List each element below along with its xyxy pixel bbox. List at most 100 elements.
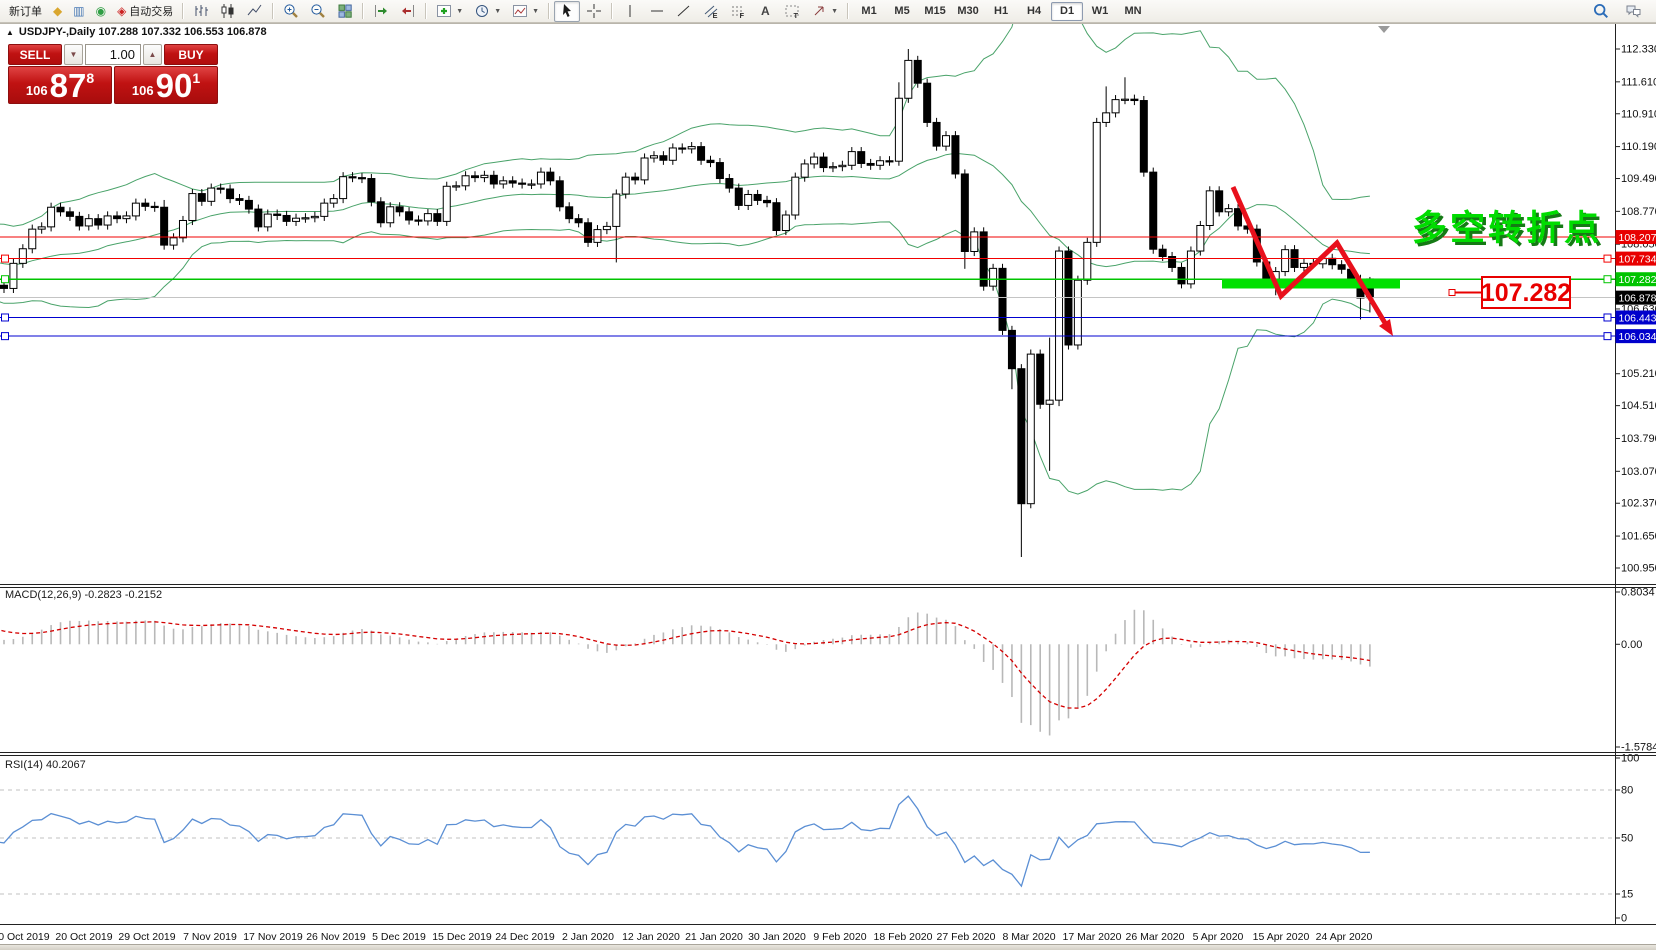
date-label: 24 Dec 2019 bbox=[495, 931, 555, 943]
candlestick bbox=[293, 218, 300, 221]
buy-price-button[interactable]: 106 90 1 bbox=[114, 66, 218, 104]
line-handle[interactable] bbox=[2, 314, 9, 321]
line-handle[interactable] bbox=[2, 255, 9, 262]
axis-tick-label: 108.770 bbox=[1621, 206, 1656, 218]
candlestick bbox=[754, 194, 761, 200]
date-label: 9 Feb 2020 bbox=[813, 931, 866, 943]
axis-tick-label: 110.910 bbox=[1621, 108, 1656, 120]
headline-text: 多空转折点 bbox=[1412, 209, 1602, 248]
candlestick bbox=[990, 268, 997, 286]
candlestick bbox=[264, 214, 271, 227]
candlestick bbox=[1112, 100, 1119, 113]
axis-tick-label: 109.490 bbox=[1621, 173, 1656, 185]
candlestick bbox=[161, 207, 168, 245]
candlestick bbox=[132, 203, 139, 216]
sell-price-point: 8 bbox=[86, 70, 94, 86]
macd-signal-line bbox=[0, 622, 1370, 708]
candlestick bbox=[528, 184, 535, 185]
date-label: 5 Apr 2020 bbox=[1193, 931, 1244, 943]
line-handle[interactable] bbox=[2, 276, 9, 283]
date-label: 30 Jan 2020 bbox=[748, 931, 806, 943]
price-tag-label: 107.734 bbox=[1619, 253, 1656, 265]
candlestick bbox=[1282, 250, 1289, 272]
line-handle[interactable] bbox=[1604, 333, 1611, 340]
date-label: 26 Mar 2020 bbox=[1126, 931, 1185, 943]
price-shift-marker[interactable] bbox=[1378, 26, 1390, 33]
sell-button[interactable]: SELL bbox=[8, 44, 62, 65]
candlestick bbox=[377, 202, 384, 223]
date-label: 8 Mar 2020 bbox=[1002, 931, 1055, 943]
candlestick bbox=[914, 60, 921, 83]
candlestick bbox=[19, 249, 26, 264]
candlestick bbox=[95, 219, 102, 225]
price-tag-label: 108.207 bbox=[1619, 232, 1656, 244]
candlestick bbox=[340, 177, 347, 199]
candlestick bbox=[1150, 172, 1157, 249]
panel-separators bbox=[0, 24, 1656, 925]
buy-button[interactable]: BUY bbox=[164, 44, 218, 65]
candlestick bbox=[1178, 267, 1185, 283]
candlestick bbox=[302, 218, 309, 219]
candlestick bbox=[1140, 101, 1147, 173]
sell-price-button[interactable]: 106 87 8 bbox=[8, 66, 112, 104]
axis-tick-label: 103.070 bbox=[1621, 466, 1656, 478]
window-bottom-edge bbox=[0, 944, 1656, 950]
volume-up-button[interactable]: ▲ bbox=[143, 44, 162, 65]
date-label: 20 Oct 2019 bbox=[55, 931, 112, 943]
sell-price-pips: 87 bbox=[50, 68, 87, 104]
candlestick bbox=[170, 238, 177, 245]
candlestick bbox=[1206, 191, 1213, 226]
candlestick bbox=[1093, 122, 1100, 242]
price-tag-label: 107.282 bbox=[1619, 274, 1656, 286]
volume-down-button[interactable]: ▼ bbox=[64, 44, 83, 65]
candlestick bbox=[85, 219, 92, 226]
candlestick bbox=[462, 176, 469, 186]
candlestick bbox=[820, 157, 827, 167]
candlestick bbox=[406, 212, 413, 220]
one-click-trading-panel: SELL ▼ ▲ BUY 106 87 8 106 90 1 bbox=[8, 44, 218, 104]
axis-tick-label: 112.330 bbox=[1621, 44, 1656, 56]
candlestick bbox=[434, 214, 441, 222]
candlestick bbox=[952, 136, 959, 174]
axis-tick-label: 111.610 bbox=[1621, 76, 1656, 88]
candlestick bbox=[227, 189, 234, 199]
candlestick bbox=[566, 207, 573, 219]
line-handle[interactable] bbox=[1604, 255, 1611, 262]
date-label: 5 Dec 2019 bbox=[372, 931, 426, 943]
candlestick bbox=[1131, 99, 1138, 100]
callout-anchor[interactable] bbox=[1449, 290, 1455, 296]
candlestick bbox=[858, 152, 865, 164]
candlestick bbox=[321, 203, 328, 216]
candlestick bbox=[490, 175, 497, 184]
candlestick bbox=[688, 147, 695, 149]
line-handle[interactable] bbox=[1604, 314, 1611, 321]
support-zone-bar[interactable] bbox=[1222, 279, 1400, 289]
collapse-trade-panel-icon[interactable]: ▲ bbox=[6, 28, 14, 37]
axis-tick-label: 104.510 bbox=[1621, 400, 1656, 412]
candlestick bbox=[472, 176, 479, 178]
candlestick bbox=[547, 172, 554, 181]
candlestick bbox=[698, 147, 705, 161]
candlestick bbox=[1329, 258, 1336, 264]
line-handle[interactable] bbox=[1604, 276, 1611, 283]
candlestick bbox=[123, 216, 130, 219]
axis-tick-label: 110.190 bbox=[1621, 141, 1656, 153]
candlestick bbox=[848, 152, 855, 166]
candlestick bbox=[603, 226, 610, 229]
date-label: 17 Nov 2019 bbox=[243, 931, 303, 943]
axis-tick-label: 80 bbox=[1621, 785, 1633, 797]
volume-input[interactable] bbox=[86, 46, 140, 63]
candlestick bbox=[189, 194, 196, 221]
candlestick bbox=[537, 172, 544, 184]
candlestick bbox=[811, 157, 818, 164]
price-tag-label: 106.034 bbox=[1619, 331, 1656, 343]
candlestick bbox=[255, 209, 262, 227]
sell-price-figure: 106 bbox=[26, 83, 48, 98]
candlestick bbox=[114, 216, 121, 219]
candlestick bbox=[801, 164, 808, 177]
candlestick bbox=[829, 167, 836, 168]
date-label: 21 Jan 2020 bbox=[685, 931, 743, 943]
line-handle[interactable] bbox=[2, 333, 9, 340]
axis-tick-label: 100 bbox=[1621, 753, 1639, 765]
candlestick bbox=[1037, 354, 1044, 404]
